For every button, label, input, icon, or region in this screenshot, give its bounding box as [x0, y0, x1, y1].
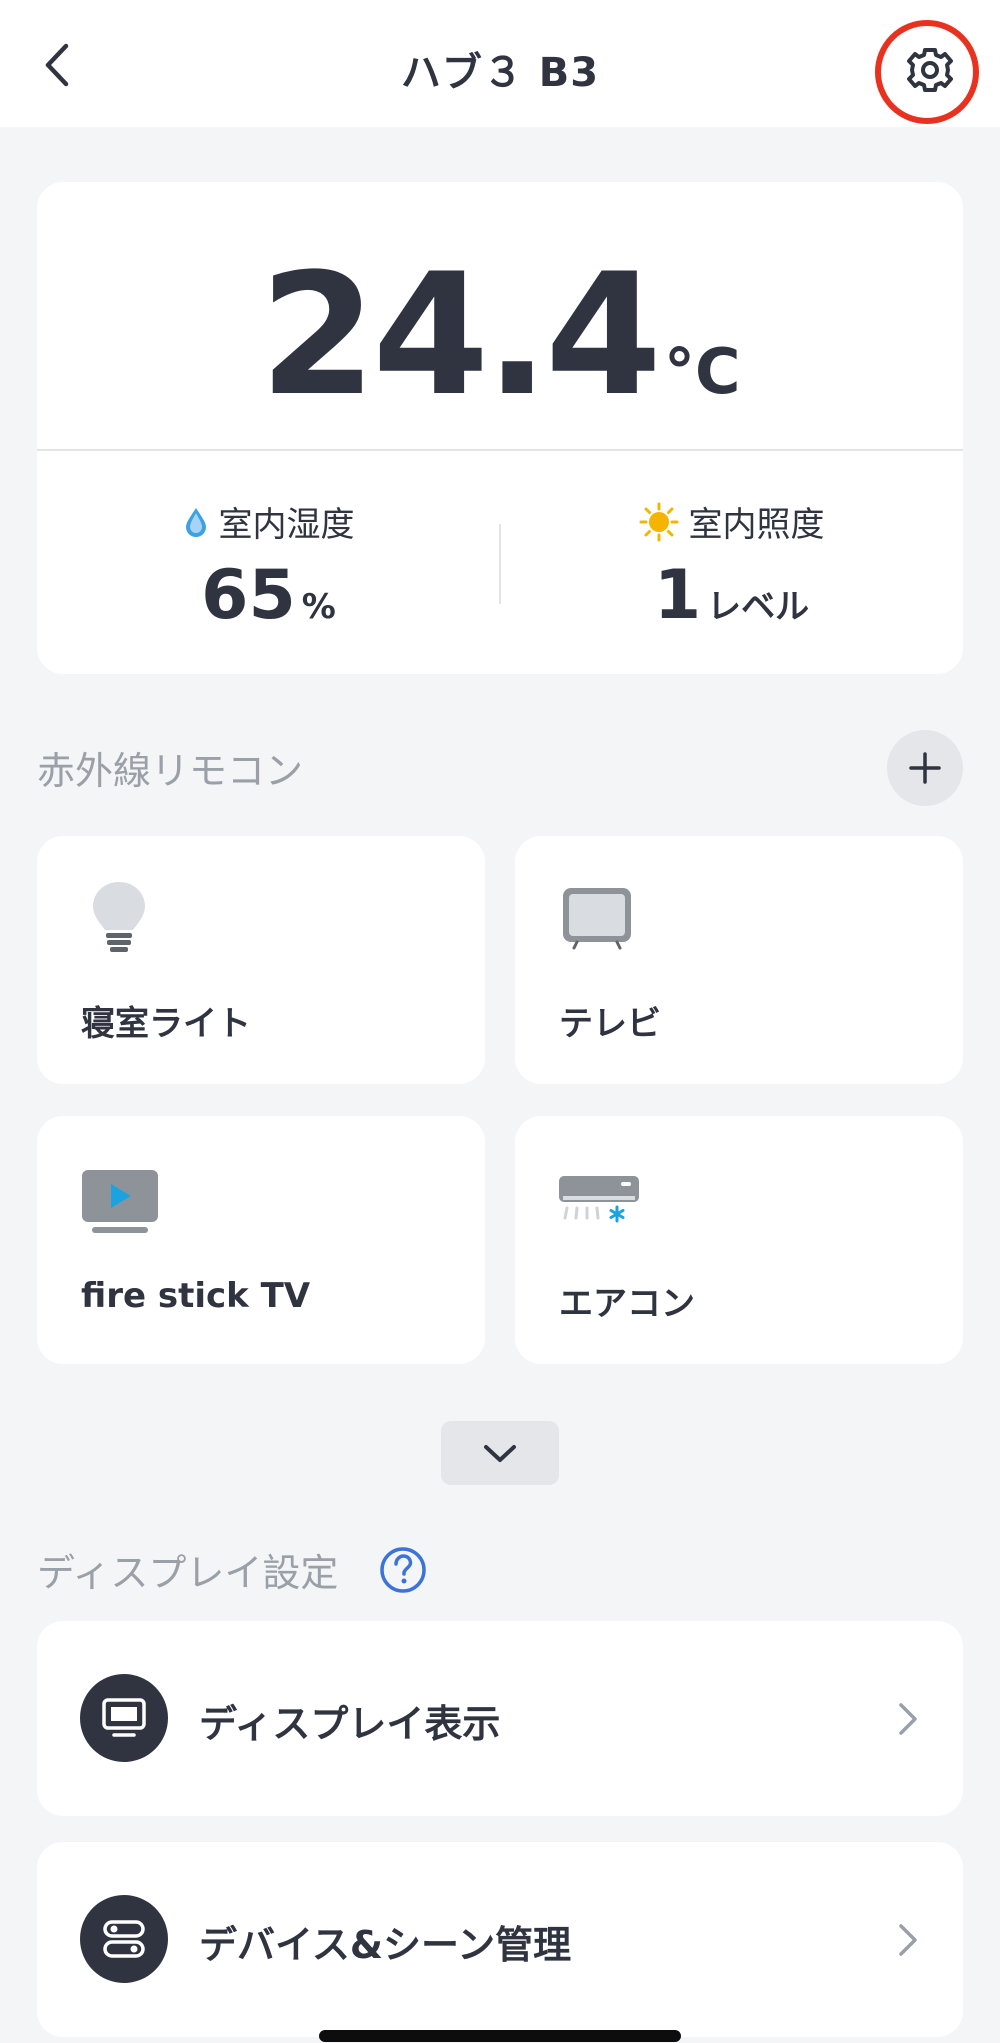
humidity-label: 室内湿度 [218, 505, 355, 545]
remote-card-air-conditioner[interactable]: エアコン [515, 1116, 963, 1364]
chevron-right-icon [893, 1699, 923, 1739]
humidity-unit: % [301, 587, 336, 627]
display-settings-section-title: ディスプレイ設定 [37, 1551, 339, 1595]
row-label: デバイス&シーン管理 [199, 1923, 572, 1967]
illuminance-metric: 室内照度 1 レベル [500, 497, 963, 635]
device-scene-icon [80, 1895, 168, 1983]
plus-icon [909, 752, 941, 784]
temperature-display: 24.4°C [37, 237, 963, 433]
divider [37, 449, 963, 451]
light-bulb-icon [79, 878, 159, 958]
home-indicator[interactable] [319, 2030, 681, 2042]
humidity-metric: 室内湿度 65% [37, 497, 500, 635]
streaming-player-icon [79, 1158, 159, 1238]
sun-icon [639, 502, 678, 541]
device-scene-management-row[interactable]: デバイス&シーン管理 [37, 1842, 963, 2037]
help-button[interactable] [378, 1545, 428, 1595]
row-label: ディスプレイ表示 [199, 1702, 501, 1746]
display-icon [80, 1674, 168, 1762]
top-bar: ハブ３ B3 [0, 0, 1000, 127]
remote-label: エアコン [559, 1284, 695, 1324]
humidity-value: 65 [201, 556, 296, 635]
illuminance-unit: レベル [707, 587, 810, 627]
page-title: ハブ３ B3 [400, 50, 600, 96]
tv-icon [557, 878, 637, 958]
water-drop-icon [185, 507, 206, 537]
remote-card-fire-stick-tv[interactable]: fire stick TV [37, 1116, 485, 1364]
temperature-unit: °C [664, 335, 741, 408]
temperature-value: 24.4 [259, 237, 662, 433]
question-mark-icon [380, 1547, 426, 1593]
chevron-down-icon [484, 1445, 516, 1462]
display-settings-row[interactable]: ディスプレイ表示 [37, 1621, 963, 1816]
remote-card-bedroom-light[interactable]: 寝室ライト [37, 836, 485, 1084]
add-remote-button[interactable] [887, 730, 963, 806]
ir-remote-section-title: 赤外線リモコン [37, 749, 304, 793]
climate-card: 24.4°C 室内湿度 65% 室内照度 1 レベル [37, 182, 963, 674]
expand-button[interactable] [441, 1421, 559, 1485]
remote-label: fire stick TV [81, 1276, 311, 1316]
highlight-circle [875, 20, 979, 124]
remote-label: 寝室ライト [81, 1004, 251, 1044]
illuminance-label: 室内照度 [688, 505, 825, 545]
air-conditioner-icon [557, 1158, 639, 1238]
chevron-right-icon [893, 1920, 923, 1960]
remote-card-tv[interactable]: テレビ [515, 836, 963, 1084]
remote-label: テレビ [559, 1004, 661, 1044]
illuminance-value: 1 [653, 556, 702, 635]
